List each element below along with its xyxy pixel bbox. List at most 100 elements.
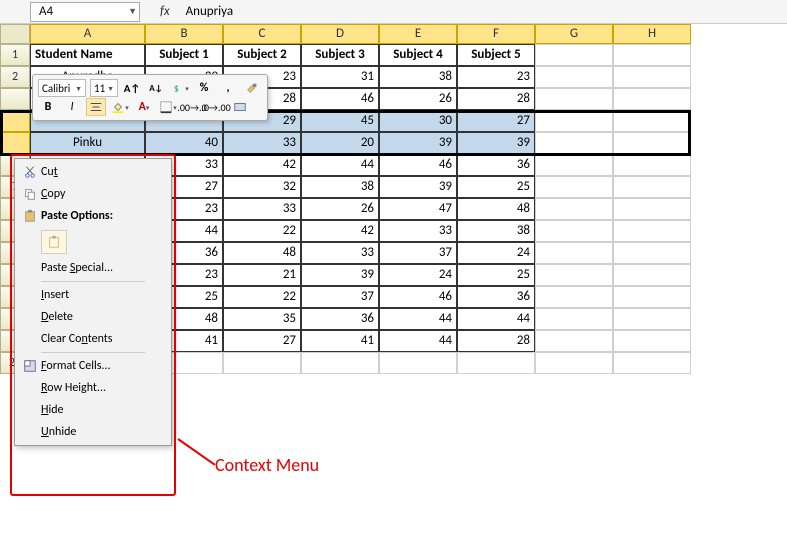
row-header[interactable] [0, 110, 30, 132]
empty-cell[interactable] [457, 352, 535, 374]
row-header[interactable] [0, 88, 30, 110]
percent-button[interactable]: % [194, 79, 214, 97]
empty-cell[interactable] [613, 88, 691, 110]
data-cell[interactable]: 33 [223, 132, 301, 154]
data-cell[interactable]: 39 [457, 132, 535, 154]
empty-cell[interactable] [535, 330, 613, 352]
header-cell[interactable]: Subject 4 [379, 44, 457, 66]
data-cell[interactable]: 28 [457, 88, 535, 110]
data-cell[interactable]: 39 [301, 264, 379, 286]
data-cell[interactable]: 38 [457, 220, 535, 242]
column-header[interactable]: A [30, 24, 145, 44]
header-cell[interactable]: Subject 5 [457, 44, 535, 66]
menu-cut[interactable]: Cut [15, 161, 171, 183]
merge-button[interactable] [230, 98, 250, 116]
row-header[interactable]: 1 [0, 44, 30, 66]
empty-cell[interactable] [535, 88, 613, 110]
menu-format-cells[interactable]: Format Cells... [15, 355, 171, 377]
header-cell[interactable]: Subject 3 [301, 44, 379, 66]
empty-cell[interactable] [535, 198, 613, 220]
column-header[interactable]: E [379, 24, 457, 44]
empty-cell[interactable] [535, 264, 613, 286]
comma-style-button[interactable]: , [218, 79, 238, 97]
fx-icon[interactable]: fx [160, 4, 170, 19]
empty-cell[interactable] [223, 352, 301, 374]
font-color-button[interactable]: A▾ [134, 98, 154, 116]
empty-cell[interactable] [379, 352, 457, 374]
column-header[interactable]: C [223, 24, 301, 44]
data-cell[interactable]: Pinku [30, 132, 145, 154]
menu-delete[interactable]: Delete [15, 306, 171, 328]
column-header[interactable]: B [145, 24, 223, 44]
context-menu[interactable]: Cut Copy Paste Options: Paste Special...… [14, 158, 172, 446]
empty-cell[interactable] [535, 176, 613, 198]
header-cell[interactable]: Subject 2 [223, 44, 301, 66]
borders-button[interactable]: ▾ [158, 98, 178, 116]
select-all-corner[interactable] [0, 24, 30, 44]
shrink-font-button[interactable]: A↓ [146, 79, 166, 97]
data-cell[interactable]: 27 [223, 330, 301, 352]
name-box[interactable]: A4 ▼ [30, 2, 140, 22]
empty-cell[interactable] [535, 352, 613, 374]
data-cell[interactable]: 24 [379, 264, 457, 286]
column-header[interactable]: D [301, 24, 379, 44]
data-cell[interactable]: 30 [379, 110, 457, 132]
data-cell[interactable]: 37 [379, 242, 457, 264]
empty-cell[interactable] [301, 352, 379, 374]
data-cell[interactable]: 23 [457, 66, 535, 88]
empty-cell[interactable] [613, 308, 691, 330]
data-cell[interactable]: 39 [379, 132, 457, 154]
data-cell[interactable]: 26 [379, 88, 457, 110]
header-cell[interactable]: Student Name [30, 44, 145, 66]
data-cell[interactable]: 27 [457, 110, 535, 132]
empty-cell[interactable] [535, 132, 613, 154]
data-cell[interactable]: 33 [379, 220, 457, 242]
empty-cell[interactable] [613, 352, 691, 374]
data-cell[interactable]: 25 [457, 264, 535, 286]
data-cell[interactable]: 36 [457, 286, 535, 308]
italic-button[interactable]: I [62, 98, 82, 116]
column-header[interactable]: H [613, 24, 691, 44]
data-cell[interactable]: 38 [301, 176, 379, 198]
empty-cell[interactable] [535, 44, 613, 66]
data-cell[interactable]: 33 [301, 242, 379, 264]
row-header[interactable]: 2 [0, 66, 30, 88]
empty-cell[interactable] [613, 44, 691, 66]
data-cell[interactable]: 44 [379, 330, 457, 352]
paste-default-button[interactable] [41, 230, 67, 254]
empty-cell[interactable] [613, 264, 691, 286]
data-cell[interactable]: 48 [223, 242, 301, 264]
bold-button[interactable]: B [38, 98, 58, 116]
data-cell[interactable]: 44 [457, 308, 535, 330]
menu-copy[interactable]: Copy [15, 183, 171, 205]
accounting-format-button[interactable]: $▾ [170, 79, 190, 97]
data-cell[interactable]: 28 [457, 330, 535, 352]
mini-toolbar[interactable]: Calibri▼ 11▼ A↑ A↓ $▾ % , B I ▾ A▾ ▾ .00… [32, 74, 268, 121]
decrease-decimal-button[interactable]: .0→.00 [206, 98, 226, 116]
center-align-button[interactable] [86, 98, 106, 116]
data-cell[interactable]: 42 [223, 154, 301, 176]
empty-cell[interactable] [613, 330, 691, 352]
formula-value[interactable]: Anupriya [176, 4, 233, 19]
data-cell[interactable]: 36 [301, 308, 379, 330]
data-cell[interactable]: 47 [379, 198, 457, 220]
header-cell[interactable]: Subject 1 [145, 44, 223, 66]
empty-cell[interactable] [613, 66, 691, 88]
empty-cell[interactable] [613, 110, 691, 132]
data-cell[interactable]: 44 [301, 154, 379, 176]
data-cell[interactable]: 41 [301, 330, 379, 352]
format-painter-button[interactable] [242, 79, 262, 97]
data-cell[interactable]: 42 [301, 220, 379, 242]
column-header[interactable]: G [535, 24, 613, 44]
data-cell[interactable]: 22 [223, 220, 301, 242]
data-cell[interactable]: 40 [145, 132, 223, 154]
menu-clear-contents[interactable]: Clear Contents [15, 328, 171, 350]
data-cell[interactable]: 46 [379, 286, 457, 308]
empty-cell[interactable] [535, 220, 613, 242]
data-cell[interactable]: 22 [223, 286, 301, 308]
data-cell[interactable]: 20 [301, 132, 379, 154]
data-cell[interactable]: 36 [457, 154, 535, 176]
empty-cell[interactable] [535, 66, 613, 88]
data-cell[interactable]: 48 [457, 198, 535, 220]
menu-insert[interactable]: Insert [15, 284, 171, 306]
